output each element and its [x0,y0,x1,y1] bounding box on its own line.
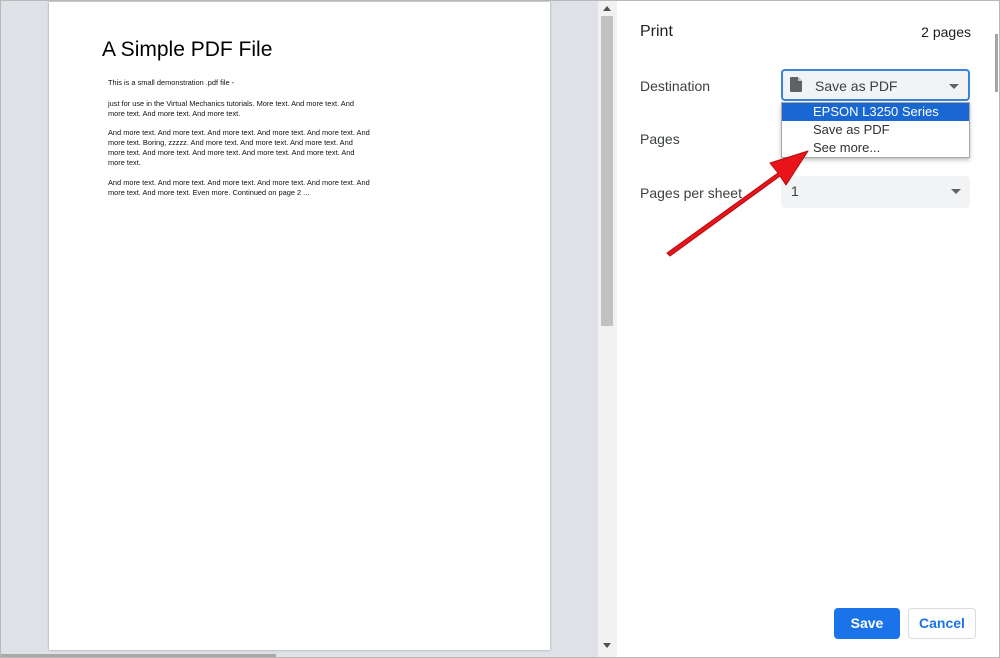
print-preview-area: A Simple PDF File This is a small demons… [0,0,598,658]
scrollbar-thumb[interactable] [601,16,613,326]
scroll-down-arrow-icon[interactable] [603,643,611,648]
save-button[interactable]: Save [834,608,900,639]
print-title: Print [640,23,673,40]
destination-option-see-more[interactable]: See more... [782,139,969,157]
document-title: A Simple PDF File [102,38,273,61]
horizontal-scrollbar[interactable] [0,654,276,657]
preview-scrollbar[interactable] [598,0,617,658]
settings-scrollbar[interactable] [995,34,998,92]
destination-dropdown-menu: EPSON L3250 Series Save as PDF See more.… [781,102,970,158]
print-settings-panel: Print 2 pages Destination Save as PDF Pa… [617,0,998,658]
document-paragraph-3: And more text. And more text. And more t… [108,128,370,167]
destination-value: Save as PDF [815,78,898,94]
destination-label: Destination [640,78,711,94]
destination-option-save-as-pdf[interactable]: Save as PDF [782,121,969,139]
pages-per-sheet-value: 1 [791,183,799,199]
pages-per-sheet-select[interactable]: 1 [781,176,970,208]
chevron-down-icon [951,189,961,194]
cancel-button[interactable]: Cancel [908,608,976,639]
scroll-up-arrow-icon[interactable] [603,6,611,11]
document-paragraph-4: And more text. And more text. And more t… [108,178,370,197]
document-icon [790,77,802,92]
destination-option-epson[interactable]: EPSON L3250 Series [782,103,969,121]
preview-page: A Simple PDF File This is a small demons… [49,2,550,650]
page-count: 2 pages [921,24,971,40]
pages-label: Pages [640,131,680,147]
destination-select[interactable]: Save as PDF [781,69,970,101]
document-paragraph-2: just for use in the Virtual Mechanics tu… [108,99,354,118]
chevron-down-icon [949,84,959,89]
document-paragraph-1: This is a small demonstration .pdf file … [108,78,235,87]
pages-per-sheet-label: Pages per sheet [640,185,742,201]
